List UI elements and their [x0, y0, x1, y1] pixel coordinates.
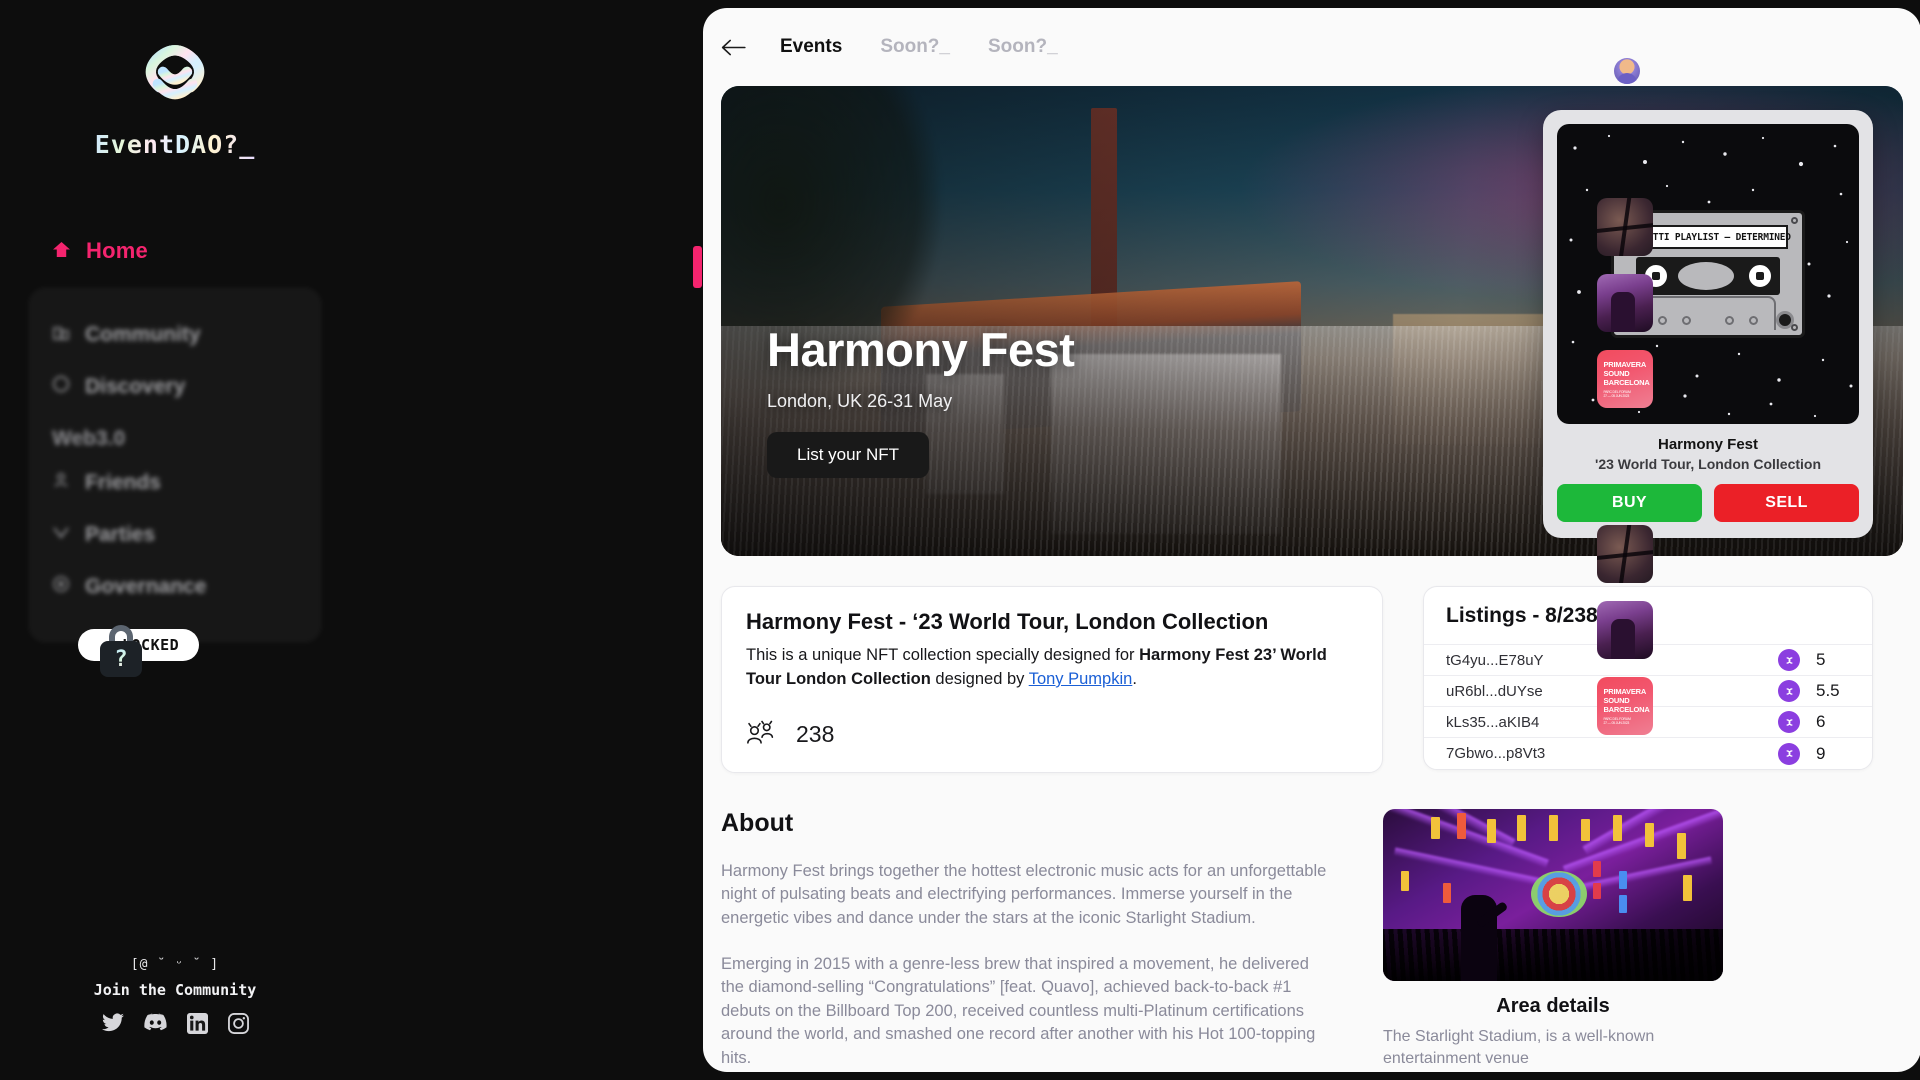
about-paragraph-2: Emerging in 2015 with a genre-less brew … — [721, 954, 1316, 1067]
solana-icon — [1778, 680, 1800, 702]
description-text-3: . — [1132, 669, 1137, 688]
topbar: Events Soon?_ Soon?_ — [703, 8, 1920, 86]
brand-block[interactable]: EventDAO?_ — [95, 34, 256, 159]
hero-subtitle: London, UK 26-31 May — [767, 391, 953, 411]
sidebar-item-governance[interactable]: Governance — [28, 561, 322, 613]
sidebar-section-web3: Web3.0 — [52, 427, 126, 450]
cassette-window — [1636, 257, 1780, 295]
about-title: About — [721, 808, 794, 837]
primavera-logo-text: PRIMAVERA SOUND BARCELONA PARC DEL FORUM 27 … — [1603, 687, 1650, 725]
tab-events[interactable]: Events — [776, 36, 846, 58]
venue-crowd — [1383, 928, 1723, 981]
sidebar-item-discovery[interactable]: Discovery — [28, 361, 322, 413]
sidebar-item-parties-label: Parties — [85, 523, 156, 546]
sidebar-item-friends[interactable]: Friends — [28, 457, 322, 509]
sidebar-item-community-label: Community — [85, 323, 201, 346]
owners-row: 238 — [746, 720, 1358, 750]
eventdao-logo-icon — [132, 34, 218, 120]
kaomoji: [@ ˘ ᵕ ˘ ] — [130, 957, 220, 972]
instagram-icon[interactable] — [227, 1013, 249, 1034]
sidebar-item-parties[interactable]: Parties — [28, 509, 322, 561]
event-thumbnail — [1597, 601, 1653, 659]
main-area: Events Soon?_ Soon?_ Harmony Fest London… — [350, 0, 1920, 1080]
avatar — [1614, 58, 1640, 84]
compass-icon — [52, 375, 70, 399]
sell-button[interactable]: SELL — [1714, 484, 1859, 522]
discord-icon[interactable] — [143, 1013, 167, 1034]
list-your-nft-button[interactable]: List your NFT — [767, 432, 930, 478]
panel-accent-tab[interactable] — [693, 246, 702, 288]
sidebar: EventDAO?_ Home Community Discovery Web3… — [0, 0, 350, 1080]
community-icon — [52, 323, 70, 347]
event-thumbnail — [1597, 525, 1653, 583]
nft-card: JOYFETTI PLAYLIST — DETERMINED Harmony F… — [1543, 110, 1873, 538]
solana-icon — [1778, 711, 1800, 733]
twitter-icon[interactable] — [101, 1013, 124, 1034]
back-arrow-icon[interactable] — [721, 39, 746, 56]
event-thumbnail — [1597, 198, 1653, 256]
venue-section: Area details The Starlight Stadium, is a… — [1383, 808, 1723, 1072]
about-section: About Harmony Fest brings together the h… — [721, 809, 1335, 1072]
about-paragraph-1: Harmony Fest brings together the hottest… — [721, 861, 1327, 928]
solana-icon — [1778, 649, 1800, 671]
hero-banner: Harmony Fest London, UK 26-31 May List y… — [721, 86, 1903, 556]
sidebar-item-home-label: Home — [86, 238, 148, 263]
description-title: Harmony Fest - ‘23 World Tour, London Co… — [746, 609, 1269, 634]
nft-actions: BUY SELL — [1557, 484, 1859, 522]
join-community-label: Join the Community — [93, 981, 257, 999]
sidebar-footer: [@ ˘ ᵕ ˘ ] Join the Community — [0, 957, 350, 1034]
event-thumbnail: PRIMAVERA SOUND BARCELONA PARC DEL FORUM 27 … — [1597, 350, 1653, 408]
listing-price: 5 — [1816, 650, 1826, 669]
social-links — [101, 1013, 249, 1034]
listing-price: 6 — [1816, 712, 1826, 731]
hero-content: Harmony Fest London, UK 26-31 May List y… — [767, 322, 1075, 478]
home-icon — [52, 238, 71, 264]
buy-button[interactable]: BUY — [1557, 484, 1702, 522]
hero-title: Harmony Fest — [767, 323, 1075, 376]
listing-address: 7Gbwo...p8Vt3 — [1446, 745, 1546, 762]
info-row: Harmony Fest - ‘23 World Tour, London Co… — [721, 586, 1903, 773]
sidebar-item-community[interactable]: Community — [28, 309, 322, 361]
sidebar-item-friends-label: Friends — [85, 471, 161, 494]
lock-question-glyph: ? — [114, 646, 128, 672]
sidebar-nav: Home Community Discovery Web3.0 Friends … — [0, 231, 350, 677]
brand-title: EventDAO?_ — [94, 130, 256, 159]
designer-link[interactable]: Tony Pumpkin — [1029, 670, 1133, 688]
description-body: This is a unique NFT collection speciall… — [746, 644, 1358, 692]
owners-count: 238 — [796, 721, 835, 748]
locked-badge: ? LOCKED — [78, 625, 200, 677]
nft-name: Harmony Fest — [1657, 436, 1759, 453]
person-icon — [52, 471, 70, 495]
event-thumbnail — [1597, 274, 1653, 332]
owners-icon — [746, 720, 778, 750]
about-row: About Harmony Fest brings together the h… — [721, 808, 1903, 1072]
venue-image — [1383, 808, 1723, 981]
main-panel: Events Soon?_ Soon?_ Harmony Fest London… — [703, 8, 1920, 1072]
description-text-2: designed by — [930, 669, 1029, 688]
tab-soon-1[interactable]: Soon?_ — [876, 36, 954, 58]
event-thumbnail: PRIMAVERA SOUND BARCELONA PARC DEL FORUM 27 … — [1597, 677, 1653, 735]
venue-line-2: that can hold up to 23,000 people. — [1383, 1070, 1723, 1072]
sidebar-item-discovery-label: Discovery — [85, 375, 186, 398]
app-root: EventDAO?_ Home Community Discovery Web3… — [0, 0, 1920, 1080]
primavera-logo-text: PRIMAVERA SOUND BARCELONA PARC DEL FORUM 27 … — [1603, 360, 1650, 398]
sidebar-item-governance-label: Governance — [85, 575, 207, 598]
sidebar-item-home[interactable]: Home — [0, 231, 350, 271]
venue-title: Area details — [1496, 994, 1610, 1017]
sidebar-locked-group: Community Discovery Web3.0 Friends Parti… — [28, 287, 322, 643]
description-card: Harmony Fest - ‘23 World Tour, London Co… — [721, 586, 1383, 773]
listing-price: 5.5 — [1816, 681, 1840, 700]
table-row[interactable]: 7Gbwo...p8Vt3 9 — [1424, 738, 1872, 769]
confetti-icon — [52, 523, 70, 547]
target-icon — [52, 575, 70, 599]
nft-collection: '23 World Tour, London Collection — [1594, 456, 1822, 472]
solana-icon — [1778, 742, 1800, 765]
linkedin-icon[interactable] — [186, 1013, 208, 1034]
description-text-1: This is a unique NFT collection speciall… — [746, 646, 1140, 664]
venue-line-1: The Starlight Stadium, is a well-known e… — [1383, 1027, 1655, 1067]
listing-price: 9 — [1816, 743, 1826, 763]
tab-soon-2[interactable]: Soon?_ — [984, 36, 1062, 58]
